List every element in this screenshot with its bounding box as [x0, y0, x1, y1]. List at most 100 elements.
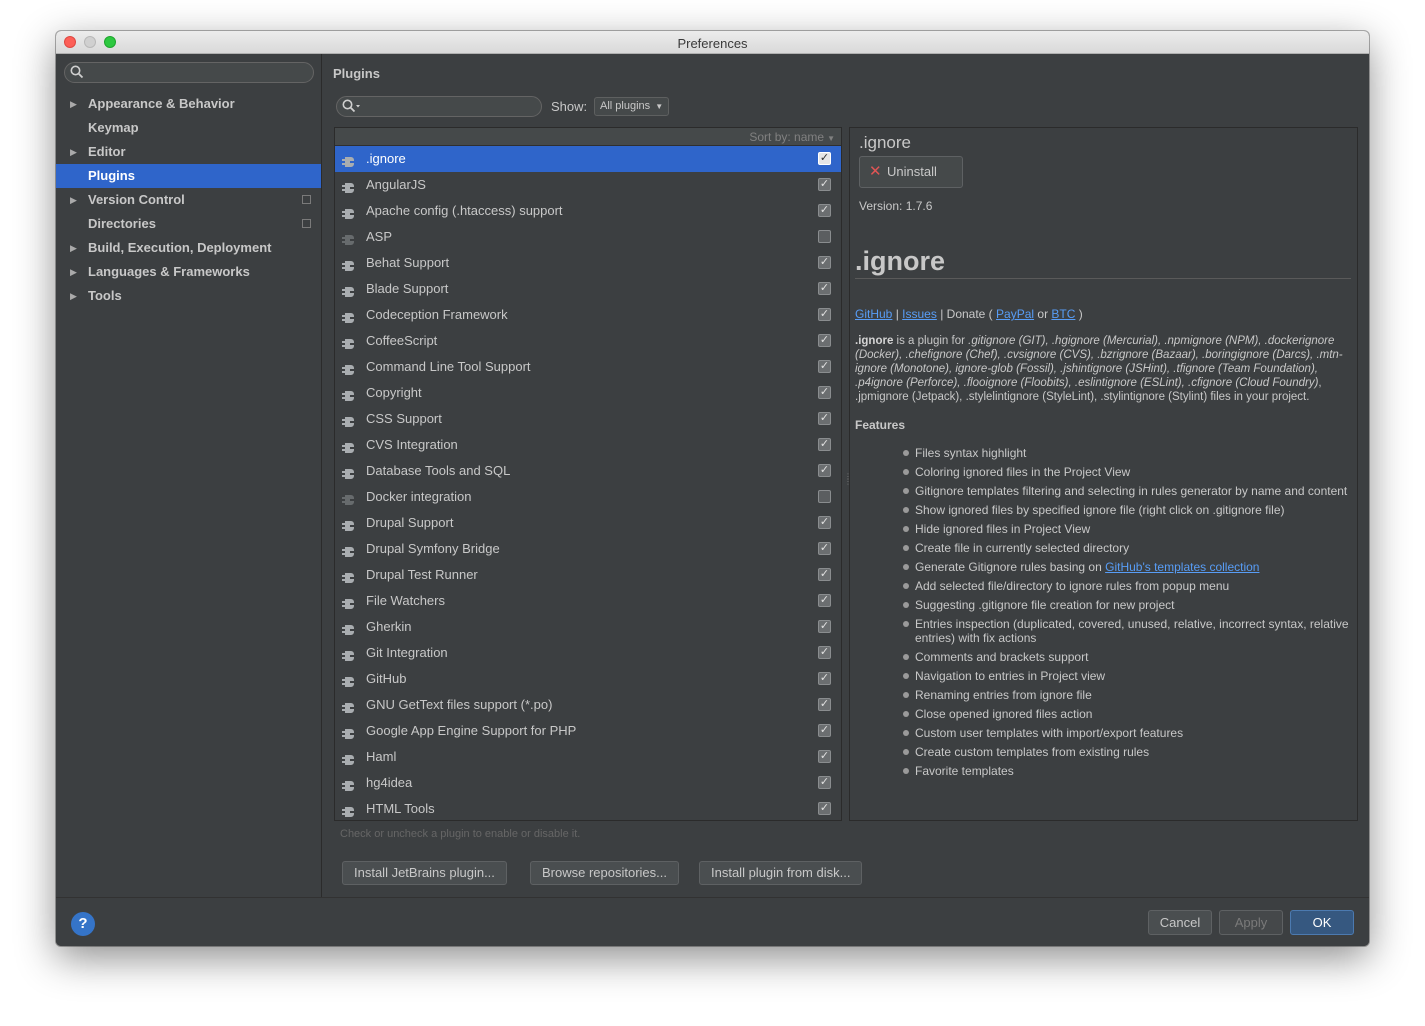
plugin-icon: [342, 698, 356, 713]
plugin-row[interactable]: Apache config (.htaccess) support ✓: [335, 198, 841, 224]
plugin-row[interactable]: Drupal Test Runner ✓: [335, 562, 841, 588]
ok-button[interactable]: OK: [1290, 910, 1354, 935]
sidebar-item-label: Version Control: [88, 192, 185, 207]
plugin-row[interactable]: Behat Support ✓: [335, 250, 841, 276]
splitter-handle[interactable]: ⋮ ⋮: [844, 473, 852, 494]
expand-arrow-icon[interactable]: ▶: [70, 188, 77, 212]
show-filter-dropdown[interactable]: All plugins ▼: [594, 97, 670, 116]
plugin-icon: [342, 802, 356, 817]
plugin-name: Git Integration: [366, 645, 448, 660]
feature-item: Generate Gitignore rules basing on GitHu…: [902, 560, 1350, 574]
plugin-row[interactable]: hg4idea ✓: [335, 770, 841, 796]
plugin-row[interactable]: Drupal Support ✓: [335, 510, 841, 536]
page-title: Plugins: [333, 66, 380, 81]
plugin-row[interactable]: Copyright ✓: [335, 380, 841, 406]
plugin-enabled-checkbox[interactable]: ✓: [818, 594, 831, 607]
expand-arrow-icon[interactable]: ▶: [70, 140, 77, 164]
plugin-row[interactable]: AngularJS ✓: [335, 172, 841, 198]
plugin-enabled-checkbox[interactable]: ✓: [818, 282, 831, 295]
plugin-enabled-checkbox[interactable]: ✓: [818, 178, 831, 191]
plugin-row[interactable]: ASP ✓: [335, 224, 841, 250]
browse-repositories-button[interactable]: Browse repositories...: [530, 861, 679, 885]
plugin-row[interactable]: Blade Support ✓: [335, 276, 841, 302]
plugin-enabled-checkbox[interactable]: ✓: [818, 308, 831, 321]
plugin-row[interactable]: Docker integration ✓: [335, 484, 841, 510]
github-link[interactable]: GitHub: [855, 307, 892, 321]
plugin-enabled-checkbox[interactable]: ✓: [818, 568, 831, 581]
sidebar-item-directories[interactable]: Directories: [56, 212, 321, 236]
issues-link[interactable]: Issues: [902, 307, 937, 321]
sidebar-item-plugins[interactable]: Plugins: [56, 164, 321, 188]
plugin-enabled-checkbox[interactable]: ✓: [818, 646, 831, 659]
plugin-row[interactable]: Git Integration ✓: [335, 640, 841, 666]
feature-item: Custom user templates with import/export…: [902, 726, 1350, 740]
plugin-row[interactable]: Haml ✓: [335, 744, 841, 770]
plugin-enabled-checkbox[interactable]: ✓: [818, 230, 831, 243]
plugin-row[interactable]: CoffeeScript ✓: [335, 328, 841, 354]
plugin-enabled-checkbox[interactable]: ✓: [818, 386, 831, 399]
plugin-row[interactable]: File Watchers ✓: [335, 588, 841, 614]
expand-arrow-icon[interactable]: ▶: [70, 92, 77, 116]
install-jetbrains-plugin-button[interactable]: Install JetBrains plugin...: [342, 861, 507, 885]
plugin-enabled-checkbox[interactable]: ✓: [818, 672, 831, 685]
plugin-enabled-checkbox[interactable]: ✓: [818, 152, 831, 165]
plugin-search-input[interactable]: [336, 96, 542, 117]
help-button[interactable]: ?: [71, 912, 95, 936]
expand-arrow-icon[interactable]: ▶: [70, 236, 77, 260]
plugin-row[interactable]: Gherkin ✓: [335, 614, 841, 640]
plugin-row[interactable]: GitHub ✓: [335, 666, 841, 692]
expand-arrow-icon[interactable]: ▶: [70, 260, 77, 284]
plugin-enabled-checkbox[interactable]: ✓: [818, 724, 831, 737]
sidebar-item-label: Plugins: [88, 168, 135, 183]
plugin-enabled-checkbox[interactable]: ✓: [818, 542, 831, 555]
sidebar-item-appearance-behavior[interactable]: ▶ Appearance & Behavior: [56, 92, 321, 116]
sidebar-item-build-execution-deployment[interactable]: ▶ Build, Execution, Deployment: [56, 236, 321, 260]
plugin-icon: [342, 256, 356, 271]
plugin-enabled-checkbox[interactable]: ✓: [818, 360, 831, 373]
expand-arrow-icon[interactable]: ▶: [70, 284, 77, 308]
plugin-enabled-checkbox[interactable]: ✓: [818, 464, 831, 477]
plugin-enabled-checkbox[interactable]: ✓: [818, 334, 831, 347]
plugin-enabled-checkbox[interactable]: ✓: [818, 750, 831, 763]
plugin-name: Database Tools and SQL: [366, 463, 511, 478]
install-from-disk-button[interactable]: Install plugin from disk...: [699, 861, 863, 885]
sidebar-item-version-control[interactable]: ▶ Version Control: [56, 188, 321, 212]
sidebar-item-keymap[interactable]: Keymap: [56, 116, 321, 140]
plugin-row[interactable]: .ignore ✓: [335, 146, 841, 172]
plugin-row[interactable]: Command Line Tool Support ✓: [335, 354, 841, 380]
settings-search-input[interactable]: [64, 62, 314, 83]
plugin-row[interactable]: GNU GetText files support (*.po) ✓: [335, 692, 841, 718]
feature-item: Show ignored files by specified ignore f…: [902, 503, 1350, 517]
btc-link[interactable]: BTC: [1051, 307, 1075, 321]
sidebar-item-label: Directories: [88, 216, 156, 231]
plugin-enabled-checkbox[interactable]: ✓: [818, 412, 831, 425]
paypal-link[interactable]: PayPal: [996, 307, 1034, 321]
plugin-enabled-checkbox[interactable]: ✓: [818, 802, 831, 815]
templates-collection-link[interactable]: GitHub's templates collection: [1105, 560, 1259, 574]
apply-button[interactable]: Apply: [1219, 910, 1283, 935]
plugin-enabled-checkbox[interactable]: ✓: [818, 256, 831, 269]
plugin-row[interactable]: HTML Tools ✓: [335, 796, 841, 820]
plugin-enabled-checkbox[interactable]: ✓: [818, 698, 831, 711]
plugin-row[interactable]: Google App Engine Support for PHP ✓: [335, 718, 841, 744]
plugin-row[interactable]: CVS Integration ✓: [335, 432, 841, 458]
uninstall-button[interactable]: ✕ Uninstall: [859, 156, 963, 188]
plugin-row[interactable]: CSS Support ✓: [335, 406, 841, 432]
sort-by-button[interactable]: Sort by: name ▼: [335, 128, 841, 146]
plugin-enabled-checkbox[interactable]: ✓: [818, 620, 831, 633]
plugin-row[interactable]: Drupal Symfony Bridge ✓: [335, 536, 841, 562]
plugin-row[interactable]: Database Tools and SQL ✓: [335, 458, 841, 484]
plugin-name: Copyright: [366, 385, 422, 400]
plugin-row[interactable]: Codeception Framework ✓: [335, 302, 841, 328]
sidebar-item-editor[interactable]: ▶ Editor: [56, 140, 321, 164]
cancel-button[interactable]: Cancel: [1148, 910, 1212, 935]
plugin-enabled-checkbox[interactable]: ✓: [818, 516, 831, 529]
plugin-enabled-checkbox[interactable]: ✓: [818, 204, 831, 217]
plugin-enabled-checkbox[interactable]: ✓: [818, 776, 831, 789]
sidebar-item-languages-frameworks[interactable]: ▶ Languages & Frameworks: [56, 260, 321, 284]
plugin-enabled-checkbox[interactable]: ✓: [818, 490, 831, 503]
sidebar-item-tools[interactable]: ▶ Tools: [56, 284, 321, 308]
search-icon: [70, 65, 84, 79]
plugin-enabled-checkbox[interactable]: ✓: [818, 438, 831, 451]
sidebar-item-label: Tools: [88, 288, 122, 303]
